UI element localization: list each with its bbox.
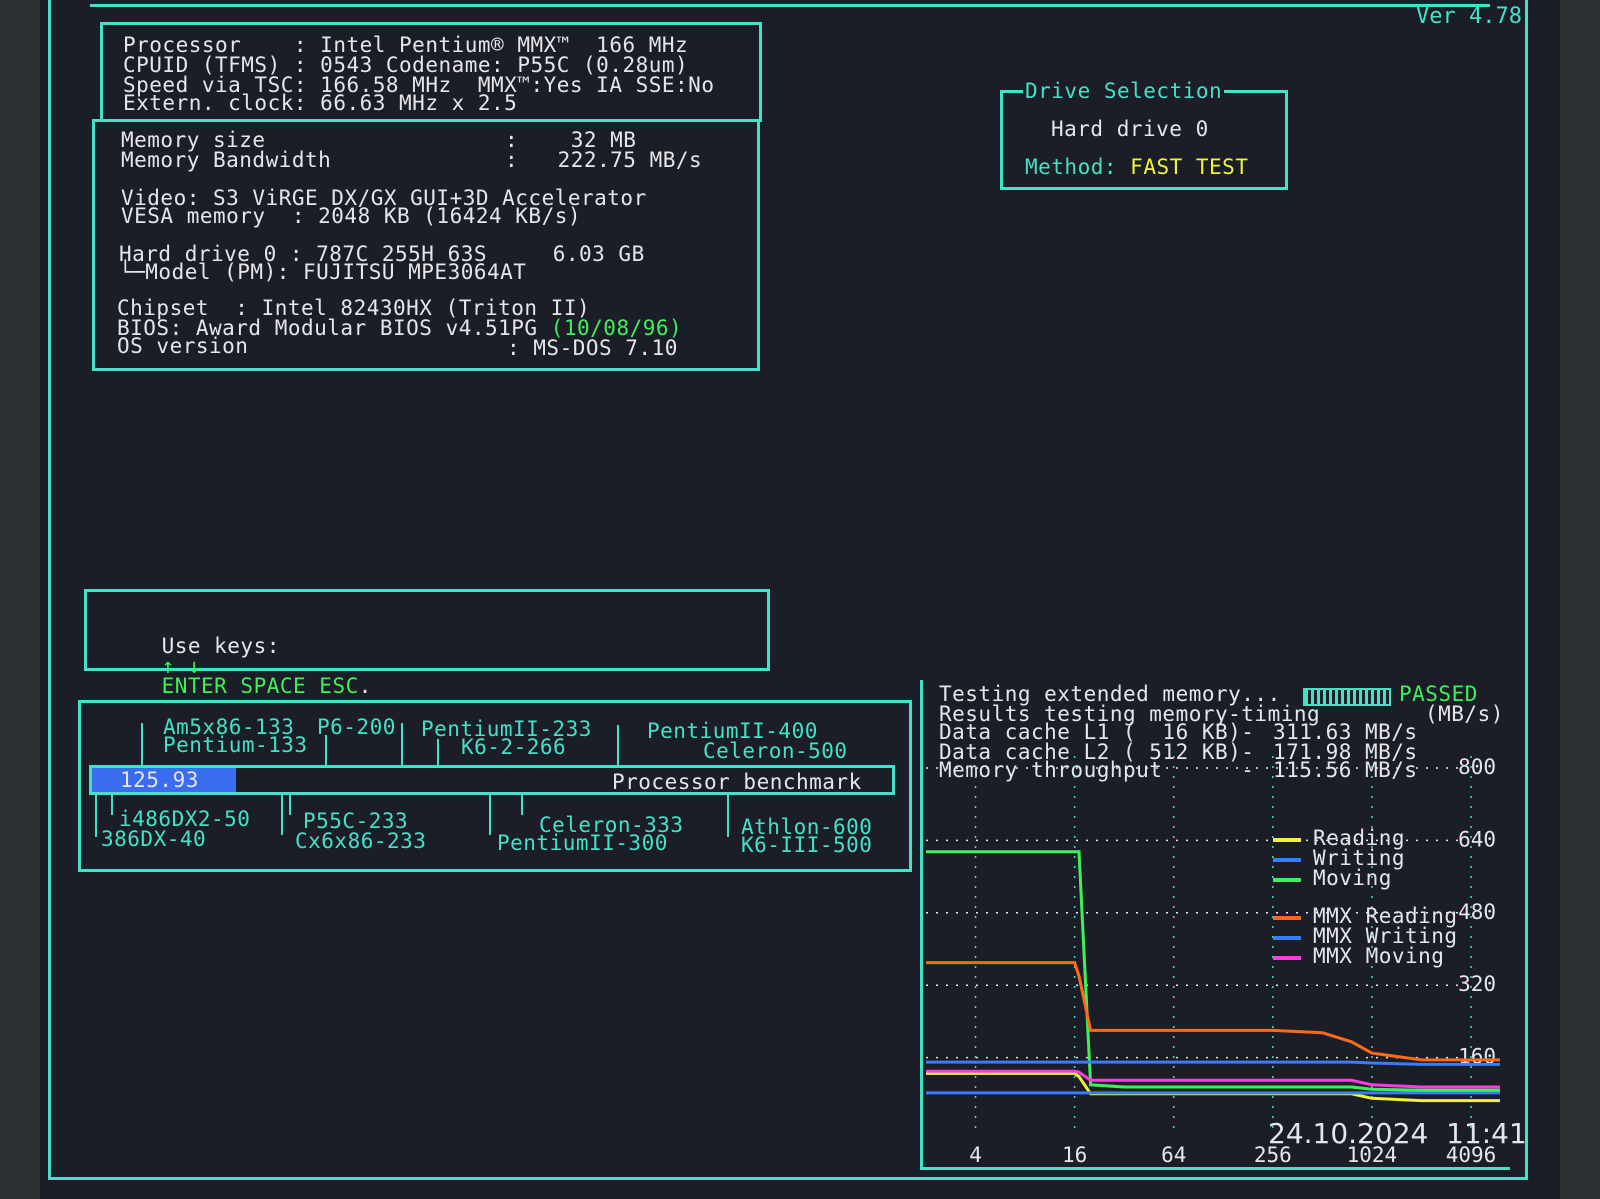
benchmark-ref-386dx: 386DX-40: [101, 827, 207, 851]
processor-benchmark-panel: Am5x86-133 P6-200 Pentium-133 PentiumII-…: [78, 700, 912, 872]
legend-swatch-mmx-writing: [1273, 936, 1301, 940]
method-label: Method:: [1025, 155, 1118, 179]
hardware-info-panel: Memory size : 32 MB Memory Bandwidth : 2…: [92, 119, 760, 371]
benchmark-tick: [401, 723, 403, 767]
memsize-value: : 32 MB: [505, 128, 637, 152]
legend-swatch-mmx-moving: [1273, 956, 1301, 960]
benchmark-tick: [289, 795, 291, 815]
legend-writing: Writing: [1313, 846, 1406, 870]
benchmark-tick: [111, 795, 113, 815]
benchmark-ref-cx6x86: Cx6x86-233: [295, 829, 427, 853]
benchmark-tick: [727, 795, 729, 837]
extclock-label: Extern. clock:: [123, 91, 308, 115]
system-info-panel: Processor : Intel Pentium® MMX™ 166 MHz …: [100, 22, 762, 122]
method-value[interactable]: FAST TEST: [1130, 155, 1248, 179]
benchmark-ref-pentiumii300: PentiumII-300: [497, 831, 668, 855]
benchmark-ref-p6: P6-200: [317, 715, 396, 739]
legend-mmx-writing: MMX Writing: [1313, 924, 1458, 948]
x-tick-label: 16: [1062, 1143, 1087, 1167]
os-label: OS version: [117, 334, 249, 358]
legend-mmx-moving: MMX Moving: [1313, 944, 1445, 968]
membw-value: : 222.75 MB/s: [505, 148, 703, 172]
legend-swatch-moving: [1273, 878, 1301, 882]
membw-label: Memory Bandwidth: [121, 148, 332, 172]
legend-swatch-mmx-reading: [1273, 916, 1301, 920]
benchmark-ref-i486dx2: i486DX2-50: [119, 807, 251, 831]
keys-help-panel: Use keys: ↑ ↓ ENTER SPACE ESC.: [84, 589, 770, 697]
legend-swatch-reading: [1273, 838, 1301, 842]
hdd-model-line: └─Model (PM): FUJITSU MPE3064AT: [119, 260, 527, 284]
drive-name[interactable]: Hard drive 0: [1051, 119, 1209, 140]
benchmark-tick: [437, 739, 439, 767]
memory-test-panel: Testing extended memory... PASSED Result…: [920, 680, 1510, 1170]
benchmark-ref-p55c: P55C-233: [303, 809, 409, 833]
benchmark-tick: [141, 723, 143, 767]
benchmark-tick: [95, 795, 97, 837]
benchmark-tick: [489, 795, 491, 835]
vesa-line: VESA memory : 2048 KB (16424 KB/s): [121, 204, 582, 228]
legend-reading: Reading: [1313, 826, 1406, 850]
benchmark-tick: [325, 735, 327, 767]
x-tick-label: 4: [969, 1143, 982, 1167]
version-label: Ver 4.78: [1416, 4, 1522, 29]
benchmark-ref-k6-iii: K6-III-500: [741, 833, 873, 857]
benchmark-tick: [281, 795, 283, 835]
benchmark-ref-k6-2: K6-2-266: [461, 735, 567, 759]
benchmark-ref-celeron500: Celeron-500: [703, 739, 848, 763]
frame-top-border: [90, 4, 1490, 7]
drive-selection-title: Drive Selection: [1023, 79, 1225, 103]
benchmark-tick: [617, 725, 619, 767]
series-line-mmx-reading: [926, 961, 1500, 1062]
legend-moving: Moving: [1313, 866, 1392, 890]
legend-mmx-reading: MMX Reading: [1313, 904, 1458, 928]
benchmark-ref-pentium133: Pentium-133: [163, 733, 308, 757]
keys-list: ENTER SPACE ESC: [161, 674, 359, 698]
benchmark-ref-pentiumii400: PentiumII-400: [647, 719, 818, 743]
chipset-line: Chipset : Intel 82430HX (Triton II): [117, 296, 591, 320]
drive-selection-panel[interactable]: Drive Selection Hard drive 0 Method: FAS…: [1000, 81, 1288, 190]
os-value: : MS-DOS 7.10: [507, 336, 678, 360]
y-tick-label: 800: [1458, 755, 1496, 779]
benchmark-bar: 125.93 Processor benchmark: [89, 765, 895, 795]
benchmark-score: 125.93: [120, 768, 199, 792]
series-line-mmx-writing: [926, 1060, 1500, 1066]
legend-swatch-writing: [1273, 858, 1301, 862]
benchmark-label: Processor benchmark: [612, 770, 862, 794]
x-tick-label: 64: [1161, 1143, 1186, 1167]
keys-dot: .: [358, 674, 372, 698]
photo-timestamp: 24.10.2024 11:41: [1268, 1117, 1527, 1150]
benchmark-tick: [521, 795, 523, 815]
extclock-value: 66.63 MHz x 2.5: [320, 91, 518, 115]
chart-legend: Reading Writing Moving MMX Reading MMX W…: [1273, 826, 1493, 976]
memsize-label: Memory size: [121, 128, 266, 152]
